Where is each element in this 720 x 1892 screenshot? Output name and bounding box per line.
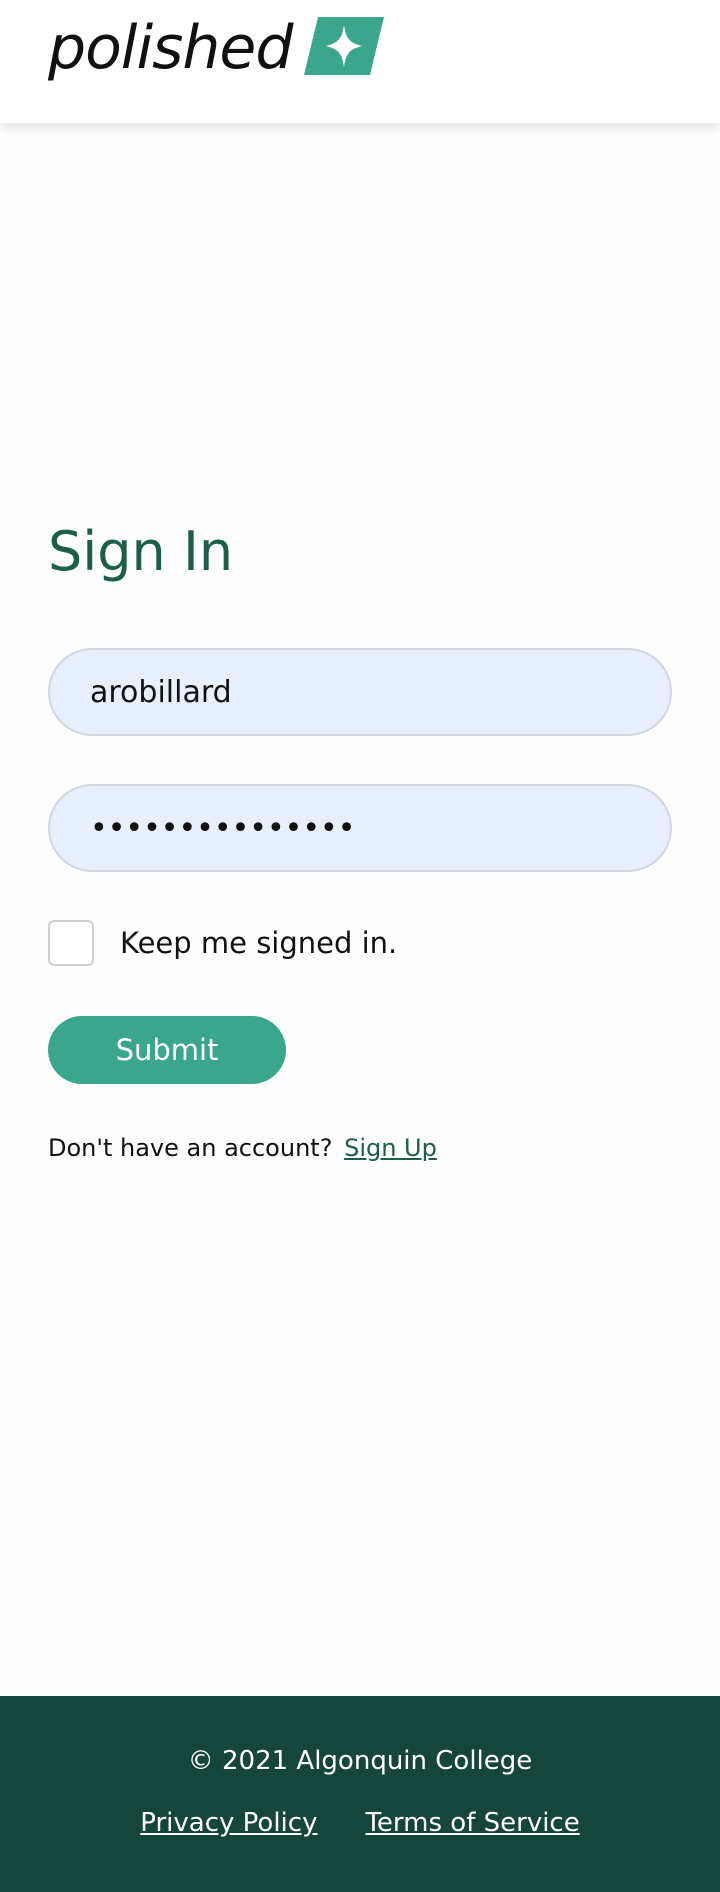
terms-of-service-link[interactable]: Terms of Service (365, 1808, 579, 1838)
no-account-text: Don't have an account? (48, 1134, 333, 1162)
sparkle-icon (304, 17, 385, 75)
footer-links: Privacy Policy Terms of Service (0, 1808, 720, 1838)
remember-me-checkbox[interactable] (48, 920, 94, 966)
remember-me-label[interactable]: Keep me signed in. (120, 926, 397, 960)
site-header: polished (0, 0, 720, 123)
password-input[interactable] (48, 784, 672, 872)
logo-wordmark: polished (48, 13, 293, 83)
submit-button[interactable]: Submit (48, 1016, 286, 1084)
signin-form: Sign In Keep me signed in. Submit Don't … (48, 520, 672, 1162)
signup-prompt: Don't have an account? Sign Up (48, 1134, 437, 1162)
page: polished Sign In Keep me signed in. Subm… (0, 0, 720, 1892)
copyright-text: © 2021 Algonquin College (187, 1746, 533, 1776)
page-title: Sign In (48, 520, 234, 583)
logo-link[interactable]: polished (48, 13, 385, 83)
privacy-policy-link[interactable]: Privacy Policy (140, 1808, 317, 1838)
remember-me-row: Keep me signed in. (48, 920, 397, 966)
signup-link[interactable]: Sign Up (344, 1134, 437, 1162)
site-footer: © 2021 Algonquin College Privacy Policy … (0, 1696, 720, 1892)
username-input[interactable] (48, 648, 672, 736)
